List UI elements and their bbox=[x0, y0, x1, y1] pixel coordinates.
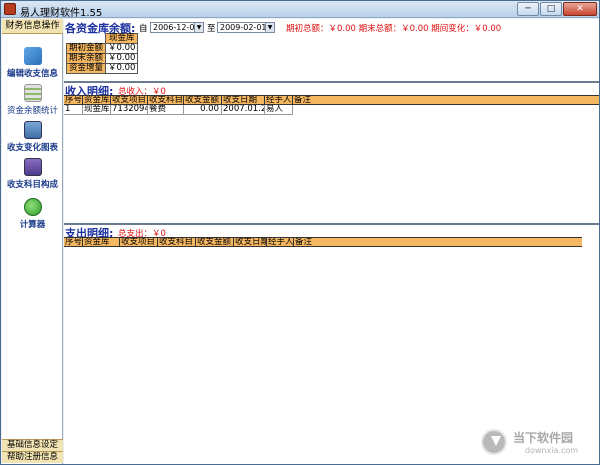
column-header[interactable]: 资金库 bbox=[83, 238, 120, 247]
from-label: 自 bbox=[139, 24, 148, 34]
column-header[interactable]: 备注 bbox=[294, 238, 582, 247]
column-header[interactable]: 经手人 bbox=[265, 96, 293, 105]
row-label: 资金增量 bbox=[65, 63, 107, 74]
table-row[interactable]: 1 现金库 7132094 餐费 0.00 2007.01.29 易人 bbox=[64, 105, 293, 115]
maximize-button[interactable]: □ bbox=[540, 2, 562, 16]
main-panel: 各资金库余额: 自 2006-12-01 ▼ 至 2009-02-01 ▼ 期初… bbox=[64, 19, 599, 464]
balance-column-header: 现金库 bbox=[105, 33, 139, 44]
income-table-header: 序号 资金库 收支项目 收支科目 收支金额 收支日期 经手人 备注 bbox=[64, 95, 599, 105]
chevron-down-icon[interactable]: ▼ bbox=[194, 23, 203, 32]
sidebar-item-label: 收支科目构成 bbox=[6, 180, 58, 190]
column-header[interactable]: 收支科目 bbox=[158, 238, 196, 247]
column-header[interactable]: 收支金额 bbox=[196, 238, 234, 247]
watermark-logo: 当下软件园 downxia.com bbox=[481, 429, 596, 461]
column-header[interactable]: 经手人 bbox=[267, 238, 294, 247]
cell-fund: 现金库 bbox=[84, 105, 111, 114]
sidebar-item-composition[interactable]: 收支科目构成 bbox=[2, 158, 63, 196]
column-header[interactable]: 序号 bbox=[64, 238, 83, 247]
watermark-text: 当下软件园 bbox=[513, 431, 574, 445]
balance-table: 现金库 期初金额 ￥0.00 期末余额 ￥0.00 资金增量 ￥0.00 bbox=[65, 33, 139, 74]
cell-handler: 易人 bbox=[265, 105, 293, 114]
column-header[interactable]: 收支科目 bbox=[148, 96, 184, 105]
title-bar[interactable]: 易人理财软件1.55 ─ □ ✕ bbox=[1, 1, 599, 19]
cell-amount: 0.00 bbox=[184, 105, 222, 114]
sidebar-item-label: 资金余额统计 bbox=[6, 106, 58, 116]
row-value: ￥0.00 bbox=[105, 43, 139, 54]
spreadsheet-icon bbox=[24, 84, 42, 102]
row-value: ￥0.00 bbox=[105, 63, 139, 74]
sidebar-item-edit[interactable]: 编辑收支信息 bbox=[2, 47, 63, 85]
chevron-down-icon[interactable]: ▼ bbox=[265, 23, 274, 32]
database-icon bbox=[24, 158, 42, 176]
section-divider bbox=[64, 223, 599, 225]
watermark-sub: downxia.com bbox=[525, 446, 579, 455]
sidebar-item-balance[interactable]: 资金余额统计 bbox=[2, 84, 63, 122]
column-header[interactable]: 收支项目 bbox=[120, 238, 158, 247]
balance-summary: 期初总额：￥0.00 期末总额：￥0.00 期间变化：￥0.00 bbox=[286, 24, 502, 34]
column-header[interactable]: 收支项目 bbox=[111, 96, 148, 105]
to-date-picker[interactable]: 2009-02-01 ▼ bbox=[217, 22, 275, 33]
table-corner bbox=[67, 34, 106, 44]
window-title: 易人理财软件1.55 bbox=[20, 8, 103, 19]
to-date-value: 2009-02-01 bbox=[220, 23, 267, 32]
table-row: 期初金额 ￥0.00 bbox=[65, 43, 139, 54]
sidebar-item-help[interactable]: 帮助注册信息 bbox=[2, 451, 63, 463]
column-header[interactable]: 序号 bbox=[64, 96, 83, 105]
download-icon bbox=[481, 429, 507, 455]
table-row: 期末余额 ￥0.00 bbox=[65, 53, 139, 64]
row-value: ￥0.00 bbox=[105, 53, 139, 64]
sidebar-item-label: 计算器 bbox=[19, 220, 46, 230]
expense-table-header: 序号 资金库 收支项目 收支科目 收支金额 收支日期 经手人 备注 bbox=[64, 237, 582, 247]
column-header[interactable]: 收支日期 bbox=[234, 238, 267, 247]
column-header[interactable]: 收支日期 bbox=[222, 96, 265, 105]
cell-item: 7132094 bbox=[112, 105, 148, 114]
section-divider bbox=[64, 81, 599, 83]
play-icon bbox=[24, 198, 42, 216]
edit-icon bbox=[24, 47, 42, 65]
row-label: 期末余额 bbox=[65, 53, 107, 64]
cell-date: 2007.01.29 bbox=[222, 105, 265, 114]
column-header[interactable]: 备注 bbox=[293, 96, 599, 105]
sidebar-item-calculator[interactable]: 计算器 bbox=[2, 198, 63, 236]
sidebar-header: 财务信息操作 bbox=[2, 19, 63, 34]
column-header[interactable]: 资金库 bbox=[83, 96, 111, 105]
minimize-button[interactable]: ─ bbox=[517, 2, 539, 16]
column-header[interactable]: 收支金额 bbox=[184, 96, 222, 105]
to-label: 至 bbox=[207, 24, 216, 34]
table-row: 资金增量 ￥0.00 bbox=[65, 63, 139, 74]
sidebar-item-label: 收支变化图表 bbox=[6, 143, 58, 153]
row-label: 期初金额 bbox=[65, 43, 107, 54]
app-window: 易人理财软件1.55 ─ □ ✕ 财务信息操作 编辑收支信息 资金余额统计 收支… bbox=[0, 0, 600, 465]
app-icon bbox=[4, 3, 16, 15]
from-date-value: 2006-12-01 bbox=[153, 23, 200, 32]
chart-icon bbox=[24, 121, 42, 139]
sidebar: 财务信息操作 编辑收支信息 资金余额统计 收支变化图表 收支科目构成 计算器 基… bbox=[2, 19, 63, 464]
sidebar-item-label: 编辑收支信息 bbox=[6, 69, 58, 79]
close-button[interactable]: ✕ bbox=[563, 2, 597, 16]
from-date-picker[interactable]: 2006-12-01 ▼ bbox=[150, 22, 204, 33]
sidebar-item-chart[interactable]: 收支变化图表 bbox=[2, 121, 63, 159]
cell-category: 餐费 bbox=[148, 105, 184, 114]
sidebar-item-settings[interactable]: 基础信息设定 bbox=[2, 439, 63, 451]
cell-index: 1 bbox=[64, 105, 83, 114]
